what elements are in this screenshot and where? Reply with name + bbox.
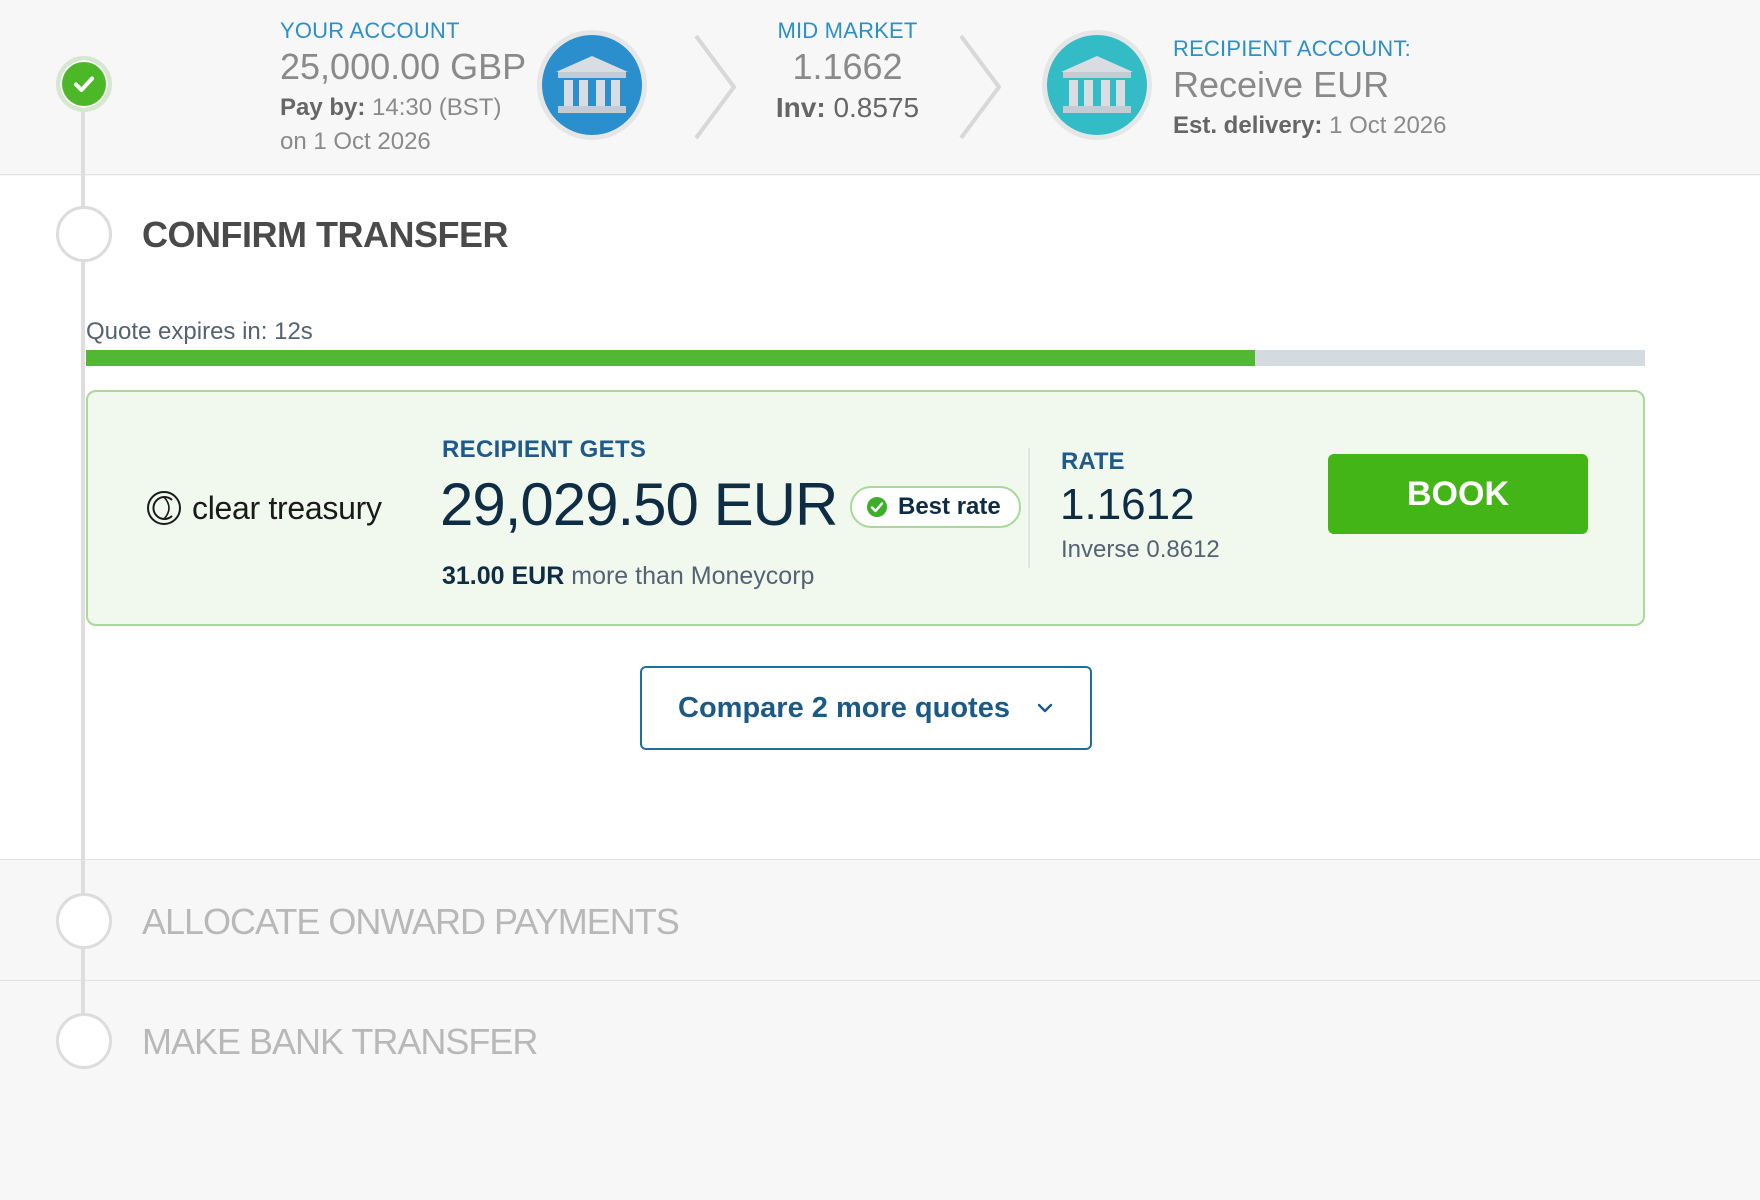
recipient-account-summary: RECIPIENT ACCOUNT: Receive EUR Est. deli…	[1173, 36, 1447, 140]
step-indicator-circle	[56, 206, 112, 262]
pay-by-label: Pay by:	[280, 94, 366, 121]
rate-value: 1.1612	[1060, 480, 1195, 529]
step-allocate-onward-payments[interactable]: ALLOCATE ONWARD PAYMENTS	[0, 861, 1760, 981]
chevron-down-icon	[1037, 703, 1053, 713]
mid-market-rate: 1.1662	[792, 46, 903, 87]
send-amount: 25,000.00 GBP	[280, 46, 527, 87]
step-title-allocate: ALLOCATE ONWARD PAYMENTS	[142, 901, 680, 942]
card-divider	[1028, 448, 1030, 568]
pay-by-date: on 1 Oct 2026	[280, 128, 431, 155]
provider-name: clear treasury	[192, 489, 382, 526]
delivery-line: Est. delivery: 1 Oct 2026	[1173, 112, 1447, 140]
best-rate-label: Best rate	[898, 493, 1001, 520]
comparison-amount: 31.00 EUR	[442, 562, 565, 590]
step-make-bank-transfer[interactable]: MAKE BANK TRANSFER	[0, 982, 1760, 1200]
provider-logo: clear treasury	[144, 488, 382, 528]
best-quote-card: clear treasury RECIPIENT GETS 29,029.50 …	[86, 390, 1645, 626]
delivery-label: Est. delivery:	[1173, 112, 1323, 139]
delivery-date: 1 Oct 2026	[1329, 112, 1447, 139]
recipient-gets-label: RECIPIENT GETS	[442, 436, 647, 463]
mid-market-inverse: Inv: 0.8575	[700, 92, 995, 124]
comparison-text: more than Moneycorp	[571, 562, 815, 590]
comparison-line: 31.00 EUR more than Moneycorp	[442, 562, 814, 591]
inverse-label: Inv:	[775, 92, 826, 123]
recipient-gets-amount: 29,029.50 EUR	[440, 471, 838, 538]
chevron-right-icon	[959, 34, 1002, 140]
quote-expiry-progress	[86, 350, 1645, 366]
mid-market-summary: MID MARKET 1.1662 Inv: 0.8575	[700, 18, 995, 124]
inverse-rate: Inverse 0.8612	[1061, 536, 1220, 563]
best-rate-badge: Best rate	[850, 486, 1021, 528]
your-account-label: YOUR ACCOUNT	[280, 18, 460, 43]
recipient-account-label: RECIPIENT ACCOUNT:	[1173, 36, 1411, 61]
check-circle-icon	[867, 497, 887, 517]
step-indicator-circle	[56, 1013, 112, 1069]
receive-currency: Receive EUR	[1173, 64, 1390, 105]
quote-expiry-text: Quote expires in: 12s	[86, 318, 313, 345]
confirm-transfer-panel: CONFIRM TRANSFER Quote expires in: 12s c…	[0, 176, 1760, 860]
source-bank-icon	[537, 30, 647, 140]
your-account-summary: YOUR ACCOUNT 25,000.00 GBP Pay by: 14:30…	[280, 18, 526, 156]
step-indicator-circle	[56, 893, 112, 949]
recipient-bank-icon	[1042, 30, 1152, 140]
clear-treasury-logo-icon	[147, 491, 181, 525]
step-title-bank-transfer: MAKE BANK TRANSFER	[142, 1021, 538, 1062]
mid-market-label: MID MARKET	[777, 18, 918, 43]
transfer-summary: YOUR ACCOUNT 25,000.00 GBP Pay by: 14:30…	[0, 0, 1760, 175]
step-complete-check-icon	[56, 56, 112, 112]
book-button[interactable]: BOOK	[1328, 454, 1588, 534]
inverse-value: 0.8575	[833, 92, 920, 123]
rate-label: RATE	[1061, 448, 1125, 475]
quote-expiry-progress-fill	[86, 350, 1256, 366]
step-title-confirm: CONFIRM TRANSFER	[142, 214, 508, 255]
compare-quotes-button[interactable]: Compare 2 more quotes	[640, 666, 1092, 750]
pay-by-line: Pay by: 14:30 (BST)	[280, 94, 526, 122]
compare-quotes-label: Compare 2 more quotes	[678, 691, 1010, 724]
pay-by-time: 14:30 (BST)	[372, 94, 502, 121]
